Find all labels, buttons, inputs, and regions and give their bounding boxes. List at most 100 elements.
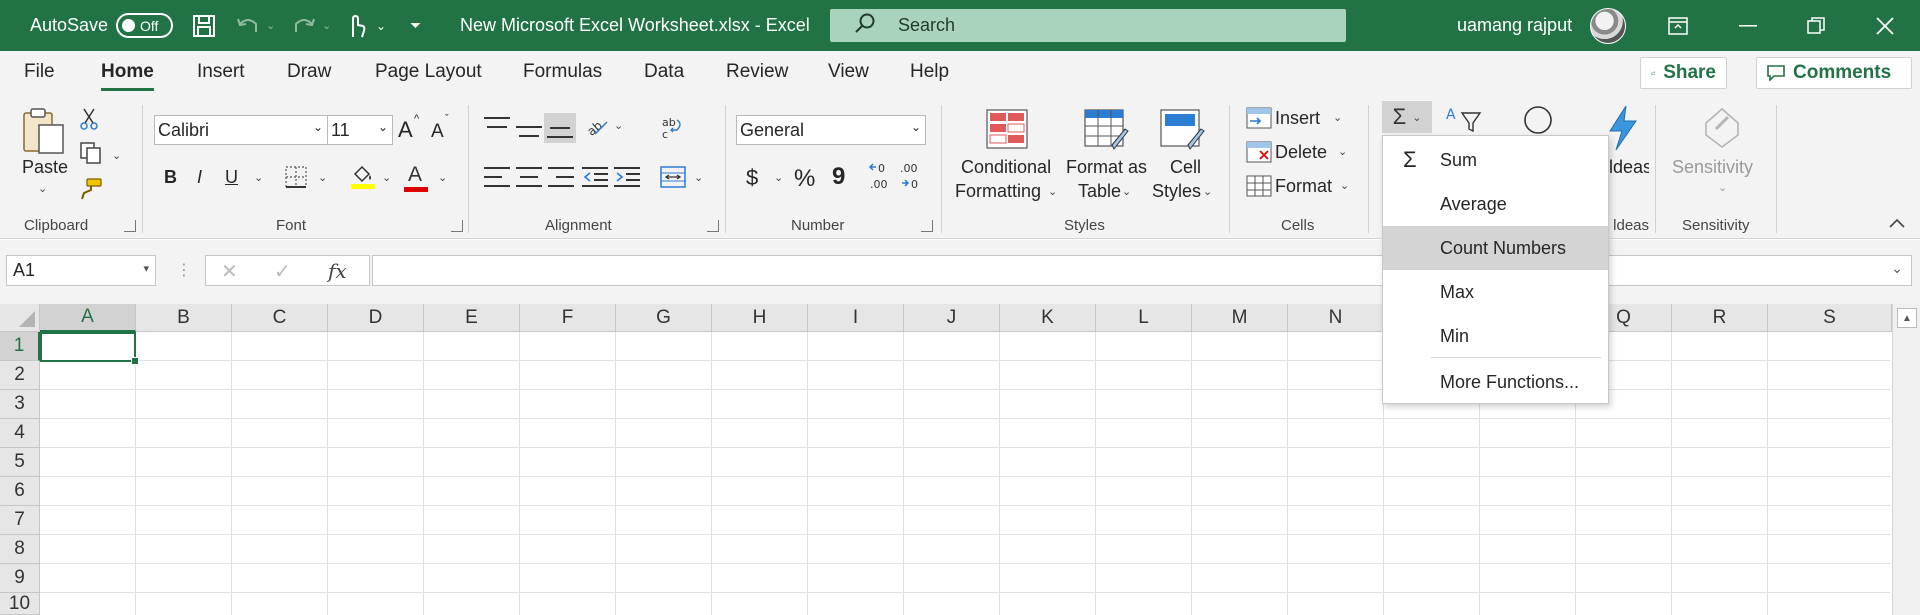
copy-icon[interactable]	[78, 141, 104, 165]
percent-button[interactable]: %	[794, 165, 815, 193]
insert-cells-label[interactable]: Insert	[1275, 108, 1320, 129]
close-icon[interactable]	[1855, 0, 1915, 51]
row-header[interactable]: 1	[0, 332, 40, 361]
format-cells-icon[interactable]	[1246, 175, 1272, 197]
insert-cells-icon[interactable]	[1246, 107, 1272, 129]
copy-chevron-icon[interactable]: ⌄	[112, 149, 121, 162]
name-box[interactable]: A1 ▾	[6, 255, 156, 286]
column-header[interactable]: I	[808, 304, 904, 332]
comma-style-button[interactable]: 9	[832, 163, 845, 191]
conditional-formatting-label-1[interactable]: Conditional	[961, 157, 1051, 178]
undo-icon[interactable]	[232, 0, 264, 51]
column-header[interactable]: K	[1000, 304, 1096, 332]
borders-chevron-icon[interactable]: ⌄	[318, 171, 327, 184]
autosum-button[interactable]: Σ ⌄	[1382, 101, 1432, 133]
format-as-table-label-1[interactable]: Format as	[1066, 157, 1147, 178]
column-header[interactable]: M	[1192, 304, 1288, 332]
scroll-up-icon[interactable]: ▲	[1897, 308, 1917, 328]
grow-font-button[interactable]: A	[398, 117, 413, 143]
undo-chevron-icon[interactable]: ⌄	[266, 0, 275, 51]
formula-bar-splitter-icon[interactable]: ⋮	[176, 260, 192, 280]
user-name[interactable]: uamang rajput	[1457, 0, 1572, 51]
fill-color-chevron-icon[interactable]: ⌄	[382, 171, 391, 184]
column-header[interactable]: C	[232, 304, 328, 332]
number-launcher-icon[interactable]	[921, 220, 933, 232]
row-header[interactable]: 10	[0, 593, 40, 615]
avatar[interactable]	[1590, 8, 1626, 44]
increase-decimal-icon[interactable]: 0.00	[866, 161, 894, 193]
font-launcher-icon[interactable]	[451, 220, 463, 232]
menu-item-more-functions[interactable]: More Functions...	[1383, 360, 1608, 404]
worksheet-grid[interactable]: A B C D E F G H I J K L M N Q R S 1 2 3 …	[0, 304, 1920, 615]
column-header[interactable]: B	[136, 304, 232, 332]
tab-view[interactable]: View	[828, 61, 869, 83]
tab-help[interactable]: Help	[910, 61, 949, 83]
column-header[interactable]: F	[520, 304, 616, 332]
ribbon-display-options-icon[interactable]	[1648, 0, 1708, 51]
font-name-combo[interactable]: Calibri ⌄	[154, 115, 328, 145]
shrink-font-button[interactable]: A	[431, 121, 444, 143]
column-header[interactable]: L	[1096, 304, 1192, 332]
selected-cell[interactable]	[40, 332, 139, 365]
wrap-text-icon[interactable]: ab c	[660, 115, 686, 143]
cut-icon[interactable]	[78, 107, 100, 131]
minimize-icon[interactable]	[1718, 0, 1778, 51]
paste-icon[interactable]	[20, 107, 66, 155]
orientation-icon[interactable]: ab	[584, 113, 610, 139]
comments-button[interactable]: Comments	[1756, 57, 1912, 89]
tab-page-layout[interactable]: Page Layout	[375, 61, 482, 83]
format-as-table-chevron-icon[interactable]: ⌄	[1122, 185, 1131, 198]
underline-button[interactable]: U	[225, 167, 238, 188]
underline-chevron-icon[interactable]: ⌄	[254, 171, 263, 184]
decrease-indent-icon[interactable]	[582, 167, 608, 187]
column-header[interactable]: H	[712, 304, 808, 332]
tab-insert[interactable]: Insert	[197, 61, 245, 83]
bottom-align-icon[interactable]	[544, 113, 576, 143]
conditional-formatting-icon[interactable]	[986, 109, 1028, 149]
tab-formulas[interactable]: Formulas	[523, 61, 602, 83]
align-left-icon[interactable]	[484, 167, 510, 187]
touch-mode-icon[interactable]	[340, 0, 372, 51]
row-header[interactable]: 5	[0, 448, 40, 477]
merge-chevron-icon[interactable]: ⌄	[694, 171, 703, 184]
bold-button[interactable]: B	[164, 167, 177, 188]
cancel-icon[interactable]: ✕	[221, 259, 238, 284]
customize-qat-icon[interactable]: ⏷	[410, 0, 421, 51]
redo-chevron-icon[interactable]: ⌄	[322, 0, 331, 51]
merge-center-icon[interactable]	[660, 165, 686, 189]
tab-draw[interactable]: Draw	[287, 61, 331, 83]
menu-item-sum[interactable]: Σ Sum	[1383, 138, 1608, 182]
format-painter-icon[interactable]	[78, 177, 104, 201]
share-button[interactable]: Share	[1640, 57, 1727, 89]
column-header[interactable]: E	[424, 304, 520, 332]
paste-label[interactable]: Paste	[22, 157, 68, 178]
column-header[interactable]: N	[1288, 304, 1384, 332]
conditional-formatting-chevron-icon[interactable]: ⌄	[1048, 185, 1057, 198]
sensitivity-icon[interactable]	[1702, 105, 1742, 149]
insert-function-icon[interactable]: fx	[328, 259, 347, 283]
sensitivity-label[interactable]: Sensitivity	[1672, 157, 1753, 178]
column-header[interactable]: J	[904, 304, 1000, 332]
middle-align-icon[interactable]	[516, 117, 542, 137]
align-right-icon[interactable]	[548, 167, 574, 187]
row-header[interactable]: 6	[0, 477, 40, 506]
delete-cells-icon[interactable]	[1246, 141, 1272, 163]
currency-chevron-icon[interactable]: ⌄	[774, 171, 783, 184]
row-header[interactable]: 2	[0, 361, 40, 390]
format-as-table-label-2[interactable]: Table	[1078, 181, 1121, 202]
select-all-corner[interactable]	[0, 304, 40, 332]
find-select-icon[interactable]	[1520, 105, 1556, 135]
font-color-chevron-icon[interactable]: ⌄	[438, 171, 447, 184]
cell-styles-icon[interactable]	[1160, 109, 1206, 151]
save-icon[interactable]	[188, 0, 220, 51]
menu-item-min[interactable]: Min	[1383, 314, 1608, 358]
menu-item-count-numbers[interactable]: Count Numbers	[1383, 226, 1608, 270]
font-color-button[interactable]: A	[408, 163, 422, 187]
row-header[interactable]: 4	[0, 419, 40, 448]
column-header[interactable]: A	[40, 304, 136, 332]
clipboard-launcher-icon[interactable]	[124, 220, 136, 232]
paste-chevron-icon[interactable]: ⌄	[38, 182, 47, 195]
conditional-formatting-label-2[interactable]: Formatting	[955, 181, 1041, 202]
alignment-launcher-icon[interactable]	[707, 220, 719, 232]
ideas-label[interactable]: ldeas	[1609, 157, 1649, 178]
